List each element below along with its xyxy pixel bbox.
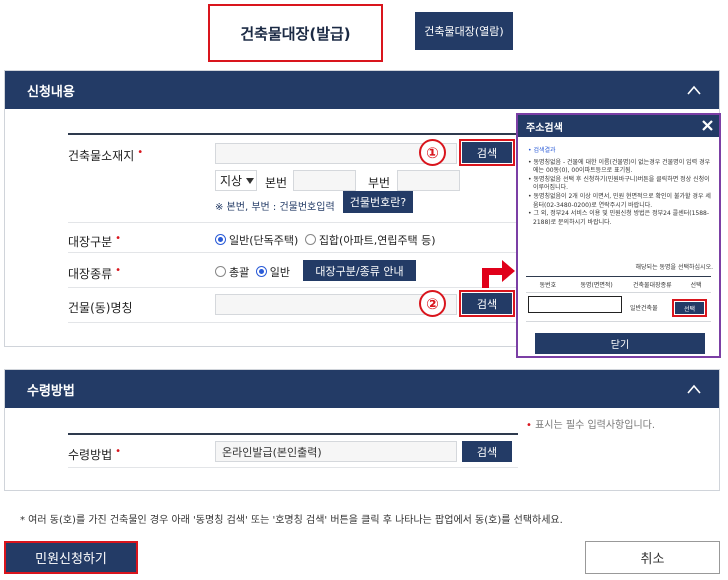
note-item: • 그 외, 정부24 서비스 이용 및 민원신청 방법은 정부24 콜센터(1…	[528, 210, 710, 226]
application-panel-title: 신청내용	[27, 84, 75, 100]
row-divider	[68, 467, 518, 468]
receipt-panel-title: 수령방법	[27, 383, 75, 399]
note-item: • 동명칭없음이 2개 이상 이면서, 민원 현면적으로 확인이 불가할 경우 …	[528, 192, 711, 209]
address-search-popup: 주소검색 • 검색결과 • 동명칭없음 - 건물에 대한 이름(건물명)이 없는…	[516, 113, 721, 358]
ledger-type-option-general[interactable]: 일반	[255, 266, 290, 279]
tab-issue[interactable]: 건축물대장(발급)	[208, 4, 383, 62]
sub-number-label: 부번	[368, 176, 391, 190]
building-number-help-button[interactable]: 건물번호란?	[343, 191, 413, 213]
radio-selected-icon	[255, 266, 267, 277]
marker-1: ①	[419, 139, 446, 166]
popup-close-button[interactable]: 닫기	[535, 333, 705, 354]
required-mark: •	[137, 147, 144, 158]
receipt-top-divider	[68, 433, 518, 435]
dropdown-arrow-icon	[246, 177, 255, 184]
receipt-method-label: 수령방법 •	[68, 446, 122, 462]
column-header: 건축물대장종류	[632, 282, 672, 289]
application-panel-header: 신청내용	[5, 71, 719, 109]
ledger-type-radios: 총괄 일반	[215, 264, 290, 280]
main-number-label: 본번	[265, 176, 288, 190]
cancel-button[interactable]: 취소	[585, 541, 720, 574]
sub-number-input[interactable]	[397, 170, 460, 191]
row-divider	[68, 222, 518, 223]
receipt-panel-header: 수령방법	[5, 370, 719, 408]
location-label: 건축물소재지 •	[68, 147, 144, 163]
footer-note: * 여러 동(호)를 가진 건축물인 경우 아래 '동명칭 검색' 또는 '호명…	[20, 515, 563, 526]
note-item: • 동명칭없음 선택 후 신청하기(민원바구니)버튼을 클릭하면 정상 신청이이…	[528, 175, 710, 192]
ledger-type-option-summary[interactable]: 총괄	[215, 266, 249, 279]
dong-number-cell	[528, 296, 622, 313]
required-mark: •	[115, 233, 122, 244]
location-search-button[interactable]: 검색	[462, 142, 512, 163]
table-header-divider	[526, 292, 711, 293]
table-header: 동번호 동명(면면적) 건축물대장종류 선택	[526, 280, 711, 289]
receipt-method-field[interactable]: 온라인발급(본인출력)	[215, 441, 457, 462]
popup-header: 주소검색	[518, 115, 719, 137]
ledger-guide-button[interactable]: 대장구분/종류 안내	[303, 260, 416, 281]
note-item: • 동명칭없음 - 건물에 대한 이름(건물명)이 없는경우 건물명이 입력 경…	[528, 158, 711, 175]
result-heading: • 검색결과	[528, 147, 556, 154]
close-icon[interactable]	[700, 118, 715, 133]
main-number-input[interactable]	[293, 170, 356, 191]
collapse-receipt-button[interactable]	[669, 370, 719, 408]
select-instruction: 해당되는 동명을 선택하십시오.	[635, 264, 713, 271]
ledger-category-label: 대장구분 •	[68, 233, 122, 249]
ledger-category-radios: 일반(단독주택) 집합(아파트,연립주택 등)	[215, 232, 436, 248]
popup-notes: • 검색결과 • 동명칭없음 - 건물에 대한 이름(건물명)이 없는경우 건물…	[528, 147, 711, 227]
collapse-application-button[interactable]	[669, 71, 719, 109]
chevron-up-icon	[687, 384, 701, 394]
column-header: 동명(면면적)	[580, 282, 613, 289]
radio-icon	[215, 266, 226, 277]
table-bottom-border	[526, 321, 711, 322]
arrow-right-icon	[482, 260, 515, 288]
building-number-hint: ※ 본번, 부번 : 건물번호입력	[215, 202, 335, 213]
ledger-category-option-collective[interactable]: 집합(아파트,연립주택 등)	[304, 234, 436, 247]
submit-application-button[interactable]: 민원신청하기	[4, 541, 138, 574]
popup-title: 주소검색	[526, 122, 563, 134]
marker-2: ②	[419, 290, 446, 317]
building-search-button[interactable]: 검색	[462, 293, 512, 314]
required-mark: •	[115, 446, 122, 457]
row-divider	[68, 287, 518, 288]
receipt-search-button[interactable]: 검색	[462, 441, 512, 462]
required-mark: •	[526, 420, 532, 431]
ledger-type-label: 대장종류 •	[68, 265, 122, 281]
chevron-up-icon	[687, 85, 701, 95]
required-mark: •	[115, 265, 122, 276]
column-header: 선택	[690, 282, 702, 289]
radio-icon	[304, 234, 316, 245]
ledger-category-option-general[interactable]: 일반(단독주택)	[215, 234, 298, 247]
radio-selected-icon	[215, 234, 226, 245]
select-dong-button[interactable]: 선택	[675, 302, 704, 314]
column-header: 동번호	[539, 282, 557, 289]
tab-view[interactable]: 건축물대장(열람)	[415, 12, 513, 50]
form-top-divider	[68, 133, 518, 135]
row-divider	[68, 322, 518, 323]
ledger-type-cell: 일반건축물	[630, 305, 658, 312]
land-type-select[interactable]: 지상	[215, 170, 257, 191]
building-name-label: 건물(동)명칭	[68, 301, 133, 315]
row-divider	[68, 252, 518, 253]
required-note: • 표시는 필수 입력사항입니다.	[526, 420, 656, 431]
table-top-border	[526, 276, 711, 277]
